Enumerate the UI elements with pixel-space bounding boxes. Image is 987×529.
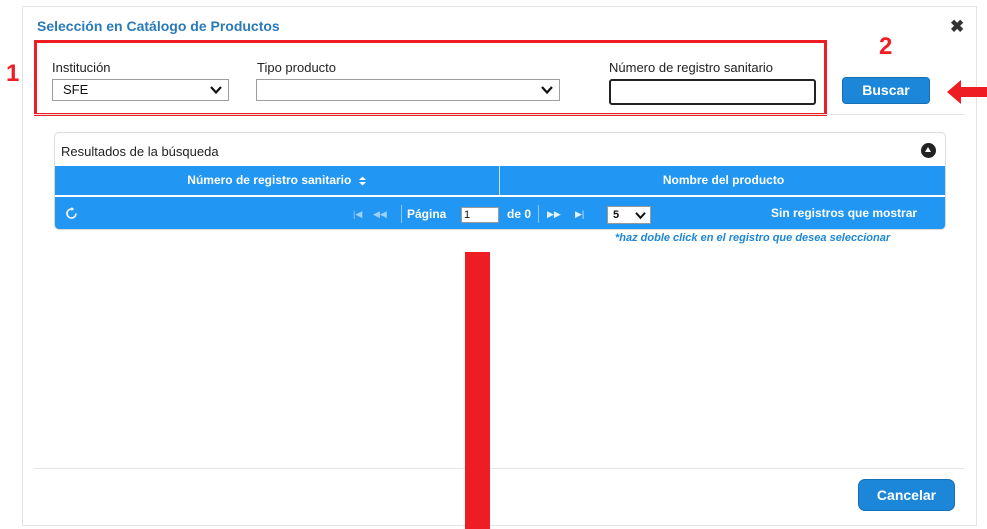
registro-sanitario-input[interactable] [609,79,816,105]
results-panel: Resultados de la búsqueda Número de regi… [54,132,946,230]
filter-highlight-box: Institución SFE Tipo producto Número de … [34,40,827,116]
column-header-nombre-label: Nombre del producto [662,173,785,187]
page-number-input[interactable] [461,207,499,223]
double-click-hint: *haz doble click en el registro que dese… [615,232,891,244]
annotation-arrow-icon [947,80,987,104]
chevron-down-icon [635,212,646,220]
tipo-producto-label: Tipo producto [257,60,337,75]
annotation-red-bar [465,252,490,529]
cancelar-button[interactable]: Cancelar [858,479,955,511]
results-title: Resultados de la búsqueda [61,144,219,159]
dialog-title: Selección en Catálogo de Productos [37,18,280,34]
next-page-icon[interactable]: ▶▶ [547,209,561,220]
column-header-registro-label: Número de registro sanitario [187,173,352,187]
pager-bar: |◀ ◀◀ Página de 0 ▶▶ ▶| 5 Sin registros … [55,197,945,229]
registro-label: Número de registro sanitario [609,60,774,75]
annotation-step-1: 1 [6,60,20,87]
first-page-icon[interactable]: |◀ [353,209,362,220]
page-size-value: 5 [613,209,620,221]
institucion-label: Institución [52,60,111,75]
page-size-select[interactable]: 5 [607,206,651,224]
tipo-producto-select[interactable] [256,79,560,101]
footer-divider [34,468,964,469]
sort-icon [358,176,366,186]
empty-records-message: Sin registros que mostrar [771,206,918,220]
institucion-value: SFE [63,82,89,97]
column-header-registro[interactable]: Número de registro sanitario [55,166,499,195]
institucion-select[interactable]: SFE [52,79,229,101]
header-divider [34,114,964,115]
chevron-down-icon [541,86,553,95]
column-header-nombre[interactable]: Nombre del producto [500,166,945,195]
pager-separator [401,205,402,223]
collapse-icon[interactable] [921,143,936,158]
page-label: Página [407,207,447,221]
refresh-icon[interactable] [65,207,78,220]
buscar-button[interactable]: Buscar [842,77,930,104]
close-icon[interactable]: ✖ [950,17,964,37]
annotation-step-2: 2 [879,33,893,60]
last-page-icon[interactable]: ▶| [575,209,584,220]
results-table-header: Número de registro sanitario Nombre del … [55,166,945,195]
chevron-down-icon [210,86,222,95]
prev-page-icon[interactable]: ◀◀ [373,209,387,220]
page-total-label: de 0 [507,207,532,221]
catalog-dialog: Selección en Catálogo de Productos ✖ Ins… [22,6,977,526]
pager-separator [538,205,539,223]
